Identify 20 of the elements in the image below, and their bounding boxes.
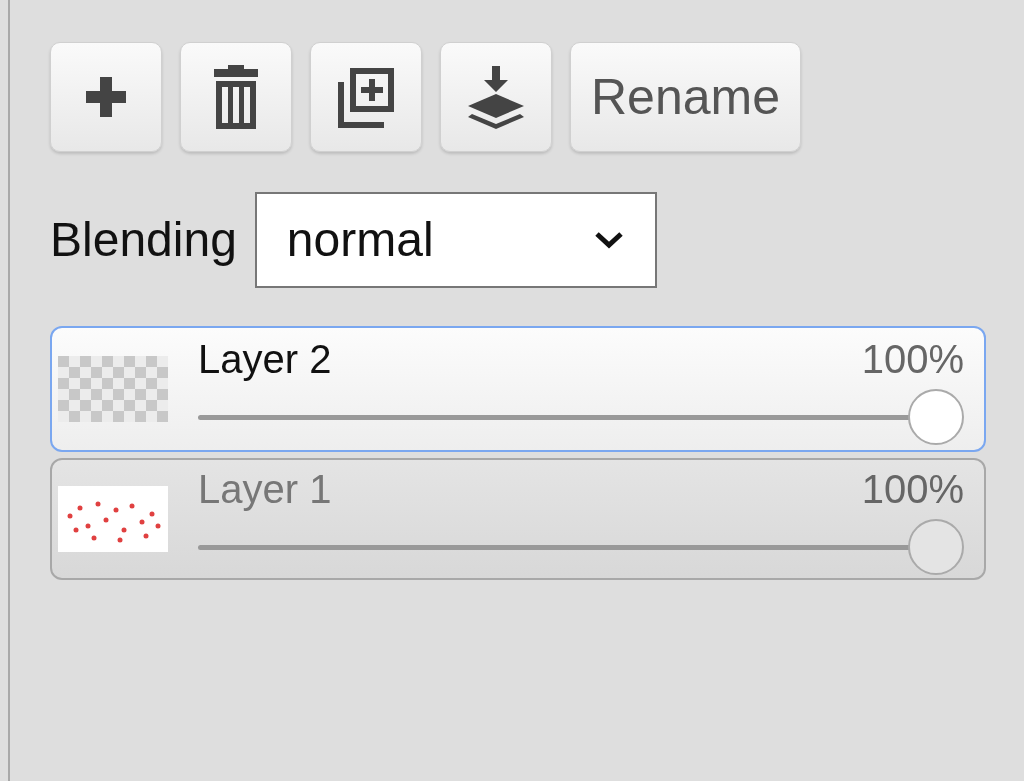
opacity-value: 100% [861,336,964,383]
opacity-slider[interactable] [198,389,964,445]
blending-select[interactable]: normal [254,192,657,288]
opacity-value: 100% [861,466,964,513]
slider-thumb[interactable] [908,519,964,575]
trash-icon [212,63,260,131]
merge-down-button[interactable] [440,42,552,152]
rename-button[interactable]: Rename [570,42,801,152]
add-button[interactable] [50,42,162,152]
blending-label: Blending [50,212,237,268]
merge-down-icon [466,64,526,130]
layer-name: Layer 1 [198,466,332,513]
layer-row[interactable]: Layer 1 100% [50,458,986,580]
plus-icon [84,75,128,119]
layer-row[interactable]: Layer 2 100% [50,326,986,452]
slider-thumb[interactable] [908,389,964,445]
layer-name: Layer 2 [198,336,332,383]
opacity-slider[interactable] [198,519,964,575]
duplicate-button[interactable] [310,42,422,152]
delete-button[interactable] [180,42,292,152]
